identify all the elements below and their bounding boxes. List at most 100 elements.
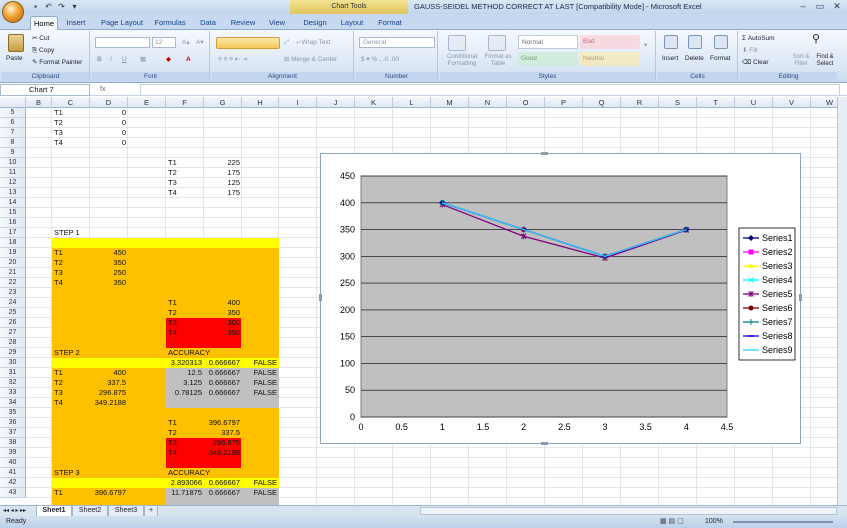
tab-format[interactable]: Format (372, 16, 408, 30)
row-header-6[interactable]: 6 (0, 118, 26, 128)
format-cells-button[interactable]: Format (710, 54, 731, 63)
paste-icon[interactable] (8, 34, 24, 52)
row-header-25[interactable]: 25 (0, 308, 26, 318)
column-header-f[interactable]: F (166, 97, 204, 108)
view-buttons-icon[interactable]: ▦ ▤ ▢ (660, 516, 684, 528)
style-normal[interactable]: Normal (518, 35, 578, 49)
tab-home[interactable]: Home (30, 16, 58, 30)
row-header-26[interactable]: 26 (0, 318, 26, 328)
copy-button[interactable]: ⎘ Copy (32, 46, 54, 55)
binoculars-icon[interactable]: ⚲ (812, 34, 820, 45)
quick-access-dropdown-icon[interactable]: ▾ (69, 2, 80, 12)
cell-h33[interactable]: FALSE (242, 388, 279, 398)
tab-review[interactable]: Review (228, 16, 258, 30)
column-header-p[interactable]: P (545, 97, 583, 108)
orientation-icon[interactable]: ⤢ (284, 38, 289, 47)
cell-g36[interactable]: 396.6797 (204, 418, 242, 428)
row-header-21[interactable]: 21 (0, 268, 26, 278)
tab-view[interactable]: View (264, 16, 290, 30)
row-header-36[interactable]: 36 (0, 418, 26, 428)
cell-h43[interactable]: FALSE (242, 488, 279, 498)
tab-page-layout[interactable]: Page Layout (98, 16, 146, 30)
cell-g43[interactable]: 0.666667 (204, 488, 242, 498)
cell-f33[interactable]: 0.78125 (166, 388, 204, 398)
cell-d32[interactable]: 337.5 (90, 378, 128, 388)
number-format-icons[interactable]: $ ▾ % , .0 .00 (361, 55, 399, 64)
cell-g12[interactable]: 125 (204, 178, 242, 188)
horizontal-align-icons[interactable]: ≡ ≡ ≡ ⇤ ⇥ (218, 55, 248, 64)
cut-button[interactable]: ✂ Cut (32, 34, 49, 43)
style-bad[interactable]: Bad (580, 35, 640, 49)
format-as-table-button[interactable]: Format as Table (484, 54, 512, 68)
row-header-16[interactable]: 16 (0, 218, 26, 228)
cell-f31[interactable]: 12.5 (166, 368, 204, 378)
cell-c29[interactable]: STEP 2 (54, 348, 130, 358)
chart-handle-top[interactable] (541, 152, 548, 155)
cell-h30[interactable]: FALSE (242, 358, 279, 368)
number-format-select[interactable]: General (359, 37, 435, 48)
cell-d31[interactable]: 400 (90, 368, 128, 378)
save-icon[interactable]: ▪ (30, 2, 41, 12)
row-header-42[interactable]: 42 (0, 478, 26, 488)
row-header-9[interactable]: 9 (0, 148, 26, 158)
fx-icon[interactable]: fx (100, 84, 140, 96)
row-header-13[interactable]: 13 (0, 188, 26, 198)
minimize-icon[interactable]: – (795, 0, 811, 13)
italic-icon[interactable]: I (110, 55, 112, 64)
cell-c41[interactable]: STEP 3 (54, 468, 130, 478)
grow-font-icon[interactable]: A▴ (182, 38, 190, 47)
cell-g33[interactable]: 0.666667 (204, 388, 242, 398)
row-header-8[interactable]: 8 (0, 138, 26, 148)
cell-h32[interactable]: FALSE (242, 378, 279, 388)
row-header-34[interactable]: 34 (0, 398, 26, 408)
cell-g31[interactable]: 0.666667 (204, 368, 242, 378)
cell-g30[interactable]: 0.666667 (204, 358, 242, 368)
row-header-24[interactable]: 24 (0, 298, 26, 308)
styles-more-icon[interactable]: ▾ (644, 41, 647, 50)
row-header-39[interactable]: 39 (0, 448, 26, 458)
horizontal-scrollbar[interactable] (420, 507, 837, 515)
row-header-10[interactable]: 10 (0, 158, 26, 168)
cell-g10[interactable]: 225 (204, 158, 242, 168)
zoom-slider[interactable] (733, 521, 833, 523)
row-header-7[interactable]: 7 (0, 128, 26, 138)
style-good[interactable]: Good (518, 52, 578, 66)
clear-button[interactable]: ⌫ Clear (742, 58, 769, 67)
column-header-m[interactable]: M (431, 97, 469, 108)
cell-d43[interactable]: 396.6797 (90, 488, 128, 498)
delete-cells-button[interactable]: Delete (685, 54, 704, 63)
column-header-g[interactable]: G (204, 97, 242, 108)
column-header-b[interactable]: B (26, 97, 52, 108)
style-neutral[interactable]: Neutral (580, 52, 640, 66)
cell-g11[interactable]: 175 (204, 168, 242, 178)
column-header-d[interactable]: D (90, 97, 128, 108)
row-header-20[interactable]: 20 (0, 258, 26, 268)
merge-center-button[interactable]: ⊞ Merge & Center (284, 55, 337, 64)
borders-icon[interactable]: ▦ (140, 55, 146, 64)
format-painter-button[interactable]: ✎ Format Painter (32, 58, 82, 67)
column-header-n[interactable]: N (469, 97, 507, 108)
vertical-scrollbar[interactable] (837, 97, 847, 505)
cell-g38[interactable]: 296.875 (204, 438, 242, 448)
row-header-22[interactable]: 22 (0, 278, 26, 288)
cell-f42[interactable]: 2.893066 (166, 478, 204, 488)
insert-cells-icon[interactable] (664, 35, 678, 49)
cell-f32[interactable]: 3.125 (166, 378, 204, 388)
row-header-28[interactable]: 28 (0, 338, 26, 348)
column-header-r[interactable]: R (621, 97, 659, 108)
cell-d6[interactable]: 0 (90, 118, 128, 128)
row-header-14[interactable]: 14 (0, 198, 26, 208)
row-header-32[interactable]: 32 (0, 378, 26, 388)
tab-layout[interactable]: Layout (336, 16, 368, 30)
cell-g27[interactable]: 350 (204, 328, 242, 338)
column-header-s[interactable]: S (659, 97, 697, 108)
chart-object[interactable]: 0 50 100 150 200 250 300 350 400 450 0 0.5 1 1.5 2 2.5 3… (319, 152, 802, 445)
sort-filter-button[interactable]: Sort & Filter (790, 54, 812, 68)
office-button[interactable] (2, 1, 24, 23)
column-header-l[interactable]: L (393, 97, 431, 108)
row-header-15[interactable]: 15 (0, 208, 26, 218)
cell-h42[interactable]: FALSE (242, 478, 279, 488)
row-header-23[interactable]: 23 (0, 288, 26, 298)
row-header-29[interactable]: 29 (0, 348, 26, 358)
row-header-11[interactable]: 11 (0, 168, 26, 178)
